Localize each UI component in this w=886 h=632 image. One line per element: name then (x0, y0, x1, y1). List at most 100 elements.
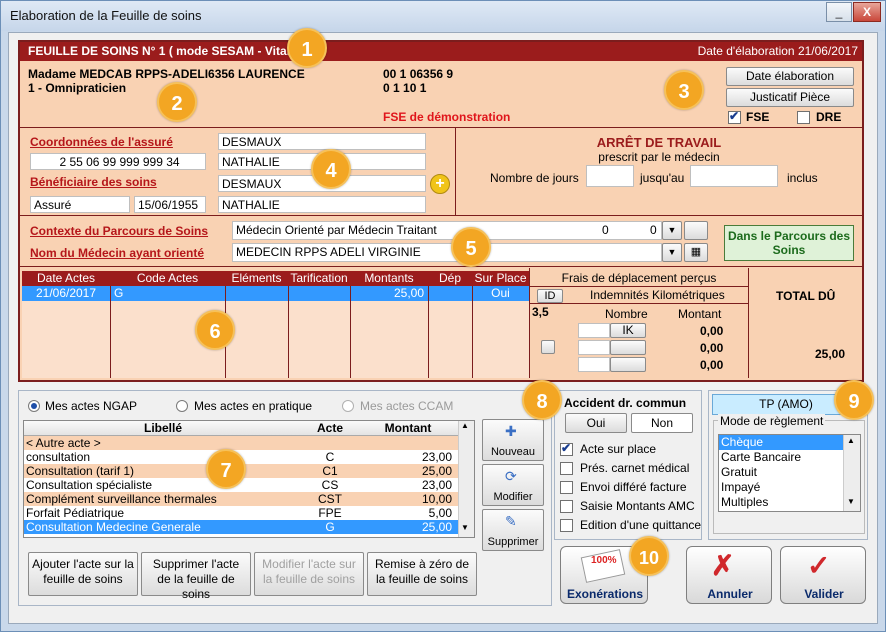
scroll-up-icon[interactable]: ▲ (847, 436, 855, 445)
row-date: 21/06/2017 (35, 286, 97, 300)
list-item[interactable]: Impayé (719, 480, 843, 495)
divider (350, 286, 351, 378)
practitioner-code: 00 1 06356 9 (383, 67, 454, 81)
days-field[interactable] (586, 165, 634, 187)
fee-count-field[interactable] (578, 357, 610, 372)
date-elaboration-button[interactable]: Date élaboration (726, 67, 854, 86)
scroll-down-icon[interactable]: ▼ (847, 497, 855, 506)
insured-nir-field[interactable]: 2 55 06 99 999 999 34 (30, 153, 206, 170)
list-item[interactable]: Consultation Medecine Generale G 25,00 (24, 520, 458, 534)
new-act-button[interactable]: ✚ Nouveau (482, 419, 544, 461)
until-date-field[interactable] (690, 165, 778, 187)
list-item[interactable]: < Autre acte > (24, 436, 458, 450)
inclusive-label: inclus (787, 171, 818, 185)
divider (20, 127, 862, 128)
chevron-down-icon[interactable]: ▼ (662, 243, 682, 262)
annotation-badge: 1 (287, 28, 327, 68)
list-item[interactable]: Multiples (719, 495, 843, 510)
dre-checkbox[interactable] (797, 111, 810, 124)
total-due-value: 25,00 (815, 347, 846, 361)
scroll-up-icon[interactable]: ▲ (461, 421, 469, 430)
annotation-badge: 6 (195, 310, 235, 350)
fee-button[interactable] (610, 357, 646, 372)
fee-count-field[interactable] (578, 340, 610, 355)
annotation-badge: 7 (206, 449, 246, 489)
minimize-button[interactable]: _ (826, 2, 852, 22)
item-libelle: consultation (26, 450, 91, 464)
scroll-down-icon[interactable]: ▼ (461, 523, 469, 532)
montant-label: Montant (678, 307, 722, 321)
radio-ccam[interactable] (342, 400, 354, 412)
annotation-badge: 9 (834, 380, 874, 420)
ik-count-field[interactable] (578, 323, 610, 338)
delete-act-button[interactable]: ✎ Supprimer (482, 509, 544, 551)
add-act-to-sheet-button[interactable]: Ajouter l'acte sur la feuille de soins (28, 552, 138, 596)
remove-act-from-sheet-button[interactable]: Supprimer l'acte de la feuille de soins (141, 552, 251, 601)
row-montant: 25,00 (393, 286, 424, 300)
list-item[interactable]: Gratuit (719, 465, 843, 480)
justificatif-button[interactable]: Justicatif Pièce (726, 88, 854, 107)
divider (288, 286, 289, 378)
radio-practice[interactable] (176, 400, 188, 412)
add-icon: ✚ (505, 423, 517, 439)
delete-act-label: Supprimer (487, 536, 539, 548)
option-checkbox[interactable] (560, 519, 573, 532)
radio-ngap[interactable] (28, 400, 40, 412)
payment-mode-label: Mode de règlement (718, 414, 826, 428)
validate-button[interactable]: ✓ Valider (780, 546, 866, 604)
close-button[interactable]: X (853, 2, 881, 22)
modify-act-on-sheet-button[interactable]: Modifier l'acte sur la feuille de soins (254, 552, 364, 596)
care-pathway-label: Contexte du Parcours de Soins (30, 224, 209, 238)
fse-checkbox[interactable] (728, 109, 741, 124)
option-checkbox[interactable] (560, 500, 573, 513)
option-checkbox[interactable] (560, 441, 573, 456)
item-montant: 23,00 (421, 478, 452, 492)
radio-ccam-label: Mes actes CCAM (360, 399, 454, 413)
calendar-icon[interactable]: ▦ (684, 243, 708, 262)
annotation-badge: 5 (451, 227, 491, 267)
tp-amo-label: TP (AMO) (759, 397, 813, 411)
table-row[interactable]: 21/06/2017 G 25,00 Oui (22, 286, 529, 301)
acts-list-header: Libellé Acte Montant (24, 421, 458, 436)
item-acte: CS (321, 478, 339, 492)
dre-label: DRE (816, 110, 842, 124)
list-item[interactable]: Carte Bancaire (719, 450, 843, 465)
travel-checkbox[interactable] (541, 340, 555, 354)
col-date: Date Actes (36, 271, 96, 285)
add-beneficiary-icon[interactable]: + (430, 174, 450, 194)
list-item[interactable]: Forfait Pédiatrique FPE 5,00 (24, 506, 458, 520)
ik-button[interactable]: IK (610, 323, 646, 338)
item-montant: 25,00 (421, 520, 452, 534)
chevron-down-icon[interactable]: ▼ (662, 221, 682, 240)
id-button[interactable]: ID (537, 289, 563, 303)
beneficiary-birthdate-field[interactable]: 15/06/1955 (134, 196, 206, 213)
practitioner-name: Madame MEDCAB RPPS-ADELI6356 LAURENCE (28, 67, 305, 81)
acts-list-scrollbar[interactable]: ▲ ▼ (458, 421, 474, 537)
beneficiary-firstname-field[interactable]: NATHALIE (218, 196, 426, 213)
list-item[interactable]: Chèque (719, 435, 843, 450)
list-item[interactable]: Complément surveillance thermales CST 10,0… (24, 492, 458, 506)
validate-label: Valider (804, 587, 844, 601)
eraser-icon: ✎ (505, 513, 517, 529)
care-pathway-extra-button[interactable] (684, 221, 708, 240)
item-montant: 5,00 (428, 506, 452, 520)
cancel-button[interactable]: ✗ Annuler (686, 546, 772, 604)
modify-act-button[interactable]: ⟳ Modifier (482, 464, 544, 506)
elaboration-date: Date d'élaboration 21/06/2017 (697, 44, 858, 58)
accident-no-button[interactable]: Non (631, 413, 693, 433)
beneficiary-quality-field[interactable]: Assuré (30, 196, 130, 213)
stamp-100-icon: 100% (591, 555, 617, 566)
item-libelle: Consultation (tarif 1) (26, 464, 135, 478)
referring-doctor-select[interactable]: MEDECIN RPPS ADELI VIRGINIE (232, 243, 662, 262)
care-pathway-select[interactable]: Médecin Orienté par Médecin Traitant (232, 221, 662, 240)
fee-button[interactable] (610, 340, 646, 355)
accident-yes-button[interactable]: Oui (565, 413, 627, 433)
reset-sheet-button[interactable]: Remise à zéro de la feuille de soins (367, 552, 477, 596)
cross-icon: ✗ (711, 550, 735, 581)
option-checkbox[interactable] (560, 462, 573, 475)
item-libelle: Forfait Pédiatrique (26, 506, 125, 520)
insured-lastname-field[interactable]: DESMAUX (218, 133, 426, 150)
payment-list-scrollbar[interactable]: ▲ ▼ (843, 435, 860, 511)
col-surplace: Sur Place (474, 271, 527, 285)
option-checkbox[interactable] (560, 481, 573, 494)
